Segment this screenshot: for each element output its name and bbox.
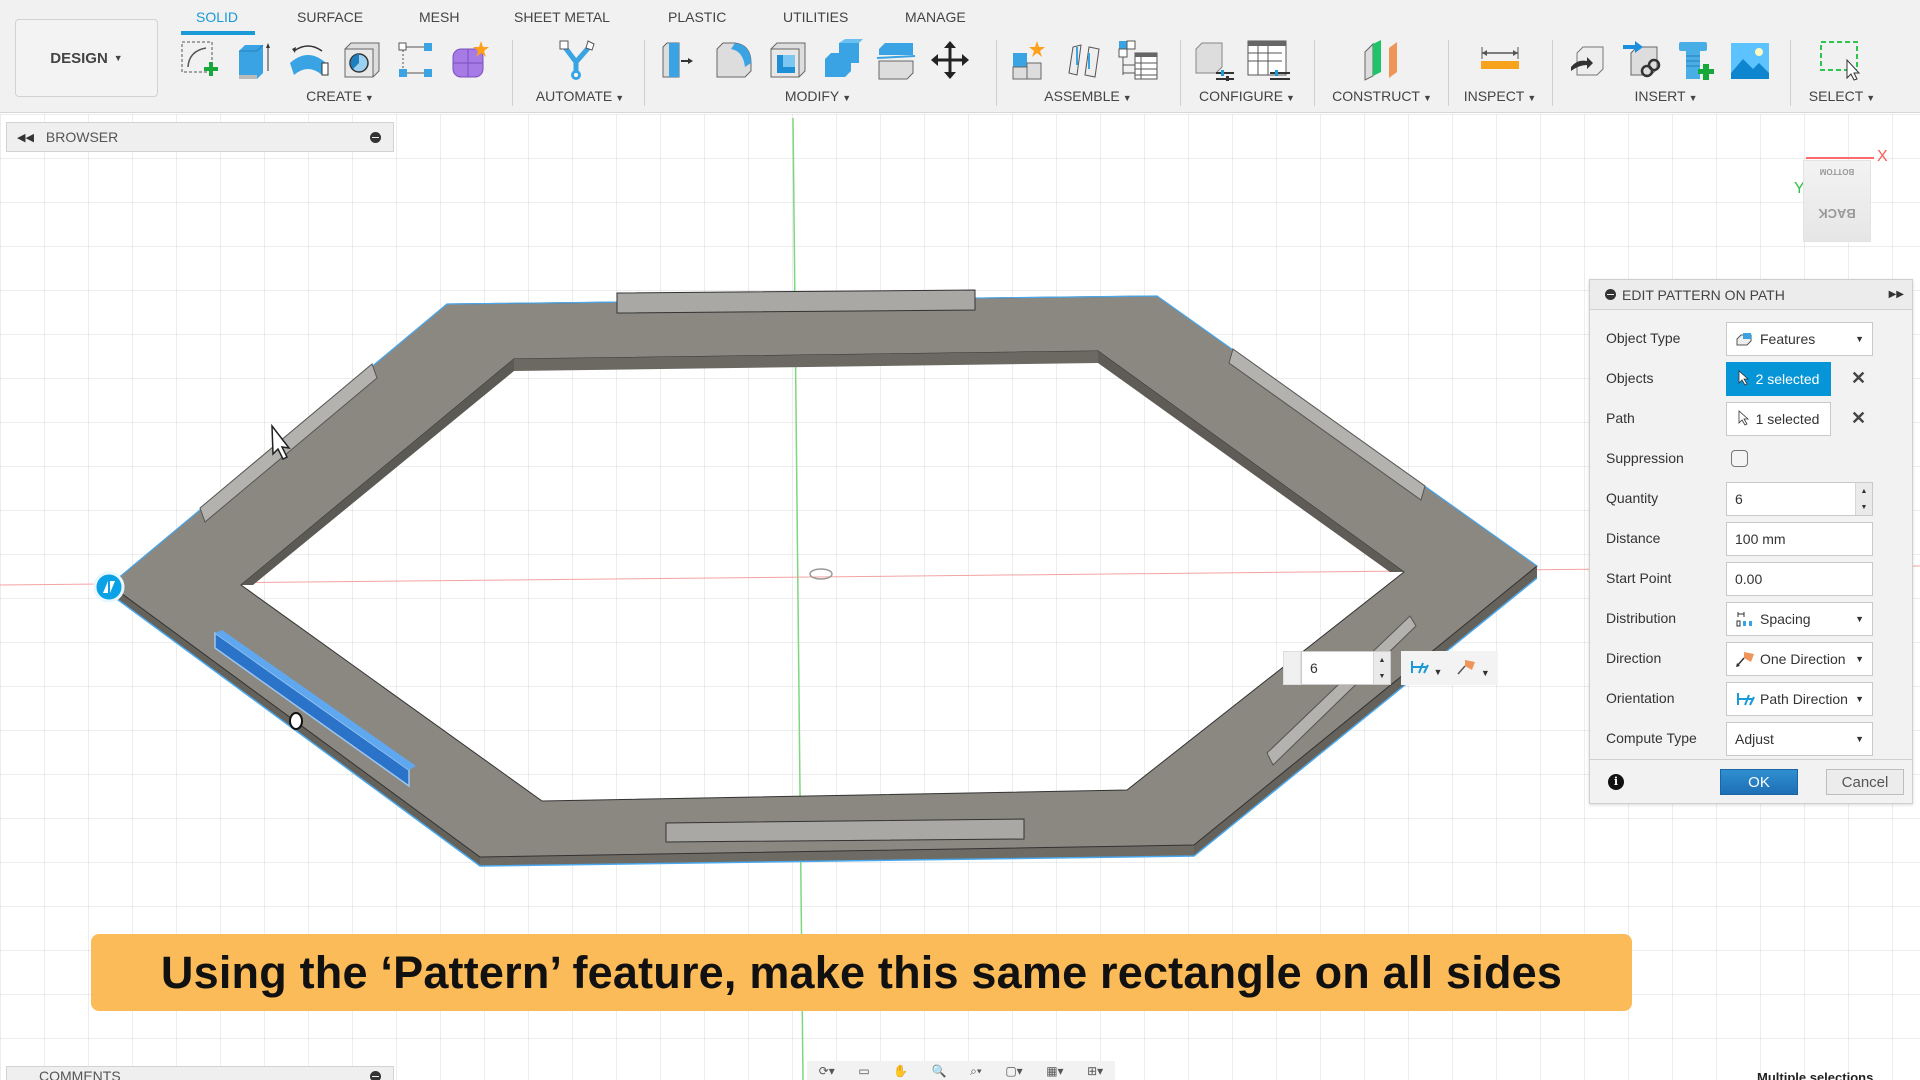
dialog-header[interactable]: EDIT PATTERN ON PATH ▶▶: [1590, 280, 1912, 310]
row-objects: Objects 2 selected ✕: [1590, 360, 1912, 396]
display-settings-icon[interactable]: ▢▾: [1005, 1064, 1022, 1078]
distribution-label: Distribution: [1606, 610, 1677, 626]
path-direction-icon: [1735, 690, 1755, 708]
compute-type-dropdown[interactable]: Adjust ▼: [1726, 722, 1873, 756]
caret-down-icon: ▼: [1855, 614, 1864, 624]
path-start-manipulator[interactable]: [93, 571, 125, 603]
row-direction: Direction One Direction ▼: [1590, 640, 1912, 676]
cursor-select-icon: [1738, 369, 1750, 389]
browser-panel-header[interactable]: ◀◀ BROWSER: [6, 122, 394, 152]
dialog-footer: i OK Cancel: [1590, 759, 1912, 803]
path-direction-dropdown[interactable]: ▼: [1409, 659, 1442, 677]
quantity-stepper[interactable]: ▲ ▼: [1855, 483, 1872, 515]
viewcube-x-axis: [1806, 157, 1874, 159]
grid-settings-icon[interactable]: ▦▾: [1046, 1064, 1063, 1078]
caret-down-icon: ▼: [1855, 694, 1864, 704]
compute-type-label: Compute Type: [1606, 730, 1697, 746]
ok-button[interactable]: OK: [1720, 769, 1798, 795]
object-type-dropdown[interactable]: Features ▼: [1726, 322, 1873, 356]
edit-pattern-on-path-dialog: EDIT PATTERN ON PATH ▶▶ Object Type Feat…: [1589, 279, 1913, 804]
expand-icon[interactable]: [370, 1070, 381, 1080]
path-selector[interactable]: 1 selected: [1726, 402, 1831, 436]
row-path: Path 1 selected ✕: [1590, 400, 1912, 436]
quantity-input[interactable]: 6 ▲ ▼: [1726, 482, 1873, 516]
one-direction-icon: [1735, 650, 1755, 668]
quantity-label: Quantity: [1606, 490, 1659, 506]
viewcube-x-label: X: [1877, 148, 1888, 165]
origin-marker: [809, 568, 833, 580]
view-cube[interactable]: BOTTOM BACK: [1803, 160, 1871, 242]
caret-down-icon: ▼: [1855, 734, 1864, 744]
direction-label: Direction: [1606, 650, 1662, 666]
caret-down-icon: ▼: [1855, 654, 1864, 664]
start-point-label: Start Point: [1606, 570, 1672, 586]
distance-input[interactable]: 100 mm: [1726, 522, 1873, 556]
pan-icon[interactable]: ✋: [893, 1064, 908, 1078]
drag-handle[interactable]: [1283, 651, 1301, 685]
collapse-left-icon[interactable]: ◀◀: [17, 131, 34, 144]
row-start-point: Start Point 0.00: [1590, 560, 1912, 596]
comments-panel-header[interactable]: COMMENTS: [6, 1066, 394, 1080]
minimize-icon[interactable]: [370, 131, 381, 143]
orientation-dropdown[interactable]: Path Direction ▼: [1726, 682, 1873, 716]
features-icon: [1735, 330, 1755, 348]
mini-options: ▼ ▼: [1401, 651, 1498, 685]
cursor-select-icon: [1738, 409, 1750, 429]
clear-objects-icon[interactable]: ✕: [1851, 368, 1866, 389]
object-type-label: Object Type: [1606, 330, 1681, 346]
row-orientation: Orientation Path Direction ▼: [1590, 680, 1912, 716]
viewcube-front-face[interactable]: BACK: [1804, 206, 1870, 221]
selection-status: Multiple selections: [1757, 1070, 1874, 1080]
viewcube-top-face[interactable]: BOTTOM: [1804, 167, 1870, 176]
navigation-bar: ⟳▾ ▭ ✋ 🔍 ⌕▾ ▢▾ ▦▾ ⊞▾: [807, 1061, 1115, 1080]
orientation-label: Orientation: [1606, 690, 1675, 706]
mini-quantity-stepper[interactable]: ▲ ▼: [1373, 652, 1390, 684]
look-at-icon[interactable]: ▭: [858, 1064, 869, 1078]
comments-title: COMMENTS: [39, 1068, 121, 1080]
caret-down-icon: ▼: [1855, 334, 1864, 344]
objects-label: Objects: [1606, 370, 1654, 386]
suppression-label: Suppression: [1606, 450, 1684, 466]
direction-dropdown[interactable]: One Direction ▼: [1726, 642, 1873, 676]
start-point-input[interactable]: 0.00: [1726, 562, 1873, 596]
mini-quantity-input[interactable]: 6 ▲ ▼: [1301, 651, 1391, 685]
row-compute-type: Compute Type Adjust ▼: [1590, 720, 1912, 756]
suppression-checkbox[interactable]: [1731, 450, 1748, 467]
pattern-instance: [665, 818, 1025, 843]
zoom-icon[interactable]: 🔍: [932, 1064, 947, 1078]
cancel-button[interactable]: Cancel: [1826, 769, 1904, 795]
distribution-dropdown[interactable]: Spacing ▼: [1726, 602, 1873, 636]
caption-banner: Using the ‘Pattern’ feature, make this s…: [91, 934, 1632, 1011]
distance-label: Distance: [1606, 530, 1661, 546]
path-point-handle[interactable]: [289, 712, 303, 730]
pattern-mini-toolbar: 6 ▲ ▼ ▼ ▼: [1283, 651, 1498, 685]
path-label: Path: [1606, 410, 1635, 426]
expand-right-icon[interactable]: ▶▶: [1889, 289, 1904, 300]
spacing-icon: [1735, 610, 1755, 628]
row-object-type: Object Type Features ▼: [1590, 320, 1912, 356]
pattern-instance: [616, 289, 976, 314]
row-quantity: Quantity 6 ▲ ▼: [1590, 480, 1912, 516]
browser-title: BROWSER: [45, 129, 119, 145]
one-direction-dropdown[interactable]: ▼: [1456, 658, 1490, 678]
clear-path-icon[interactable]: ✕: [1851, 408, 1866, 429]
info-icon[interactable]: i: [1608, 774, 1624, 790]
dialog-title: EDIT PATTERN ON PATH: [1622, 286, 1785, 303]
minimize-icon[interactable]: [1605, 289, 1616, 300]
orbit-icon[interactable]: ⟳▾: [819, 1064, 835, 1078]
row-distribution: Distribution Spacing ▼: [1590, 600, 1912, 636]
row-suppression: Suppression: [1590, 440, 1912, 476]
viewports-icon[interactable]: ⊞▾: [1087, 1064, 1103, 1078]
fit-icon[interactable]: ⌕▾: [970, 1064, 982, 1079]
objects-selector[interactable]: 2 selected: [1726, 362, 1831, 396]
row-distance: Distance 100 mm: [1590, 520, 1912, 556]
